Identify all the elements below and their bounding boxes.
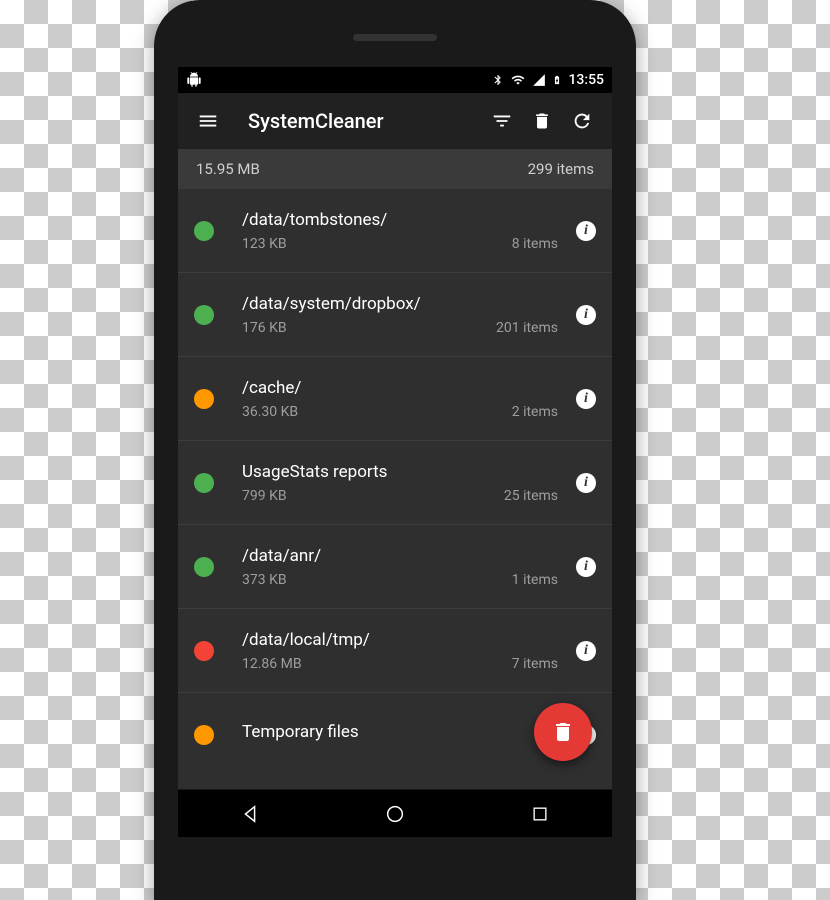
home-circle-icon: [384, 803, 406, 825]
list-item[interactable]: /data/tombstones/ 123 KB 8 items i: [178, 189, 612, 273]
wifi-icon: [510, 73, 526, 87]
phone-frame: 13:55 SystemCleaner 15.95 MB 299 items: [154, 0, 636, 900]
info-button[interactable]: i: [576, 473, 596, 493]
status-dot: [194, 473, 214, 493]
list-item[interactable]: /cache/ 36.30 KB 2 items i: [178, 357, 612, 441]
list-item-title: /cache/: [242, 378, 558, 398]
battery-icon: [552, 72, 562, 88]
list-item-body: /data/local/tmp/ 12.86 MB 7 items: [242, 630, 558, 672]
list-item-count: 1 items: [512, 572, 558, 588]
list-item-count: 7 items: [512, 656, 558, 672]
back-triangle-icon: [239, 803, 261, 825]
refresh-button[interactable]: [562, 101, 602, 141]
list-item[interactable]: /data/system/dropbox/ 176 KB 201 items i: [178, 273, 612, 357]
list-item[interactable]: /data/anr/ 373 KB 1 items i: [178, 525, 612, 609]
summary-bar: 15.95 MB 299 items: [178, 149, 612, 189]
list-item-size: 12.86 MB: [242, 656, 302, 672]
status-dot: [194, 557, 214, 577]
list-item-count: 8 items: [512, 236, 558, 252]
filter-icon: [491, 110, 513, 132]
info-button[interactable]: i: [576, 557, 596, 577]
app-title: SystemCleaner: [248, 109, 482, 133]
info-button[interactable]: i: [576, 221, 596, 241]
summary-items: 299 items: [528, 160, 594, 178]
status-dot: [194, 725, 214, 745]
list-item-size: 799 KB: [242, 488, 287, 504]
list-item-body: /data/tombstones/ 123 KB 8 items: [242, 210, 558, 252]
status-bar: 13:55: [178, 67, 612, 93]
status-dot: [194, 221, 214, 241]
back-button[interactable]: [217, 790, 283, 838]
list-item-size: 36.30 KB: [242, 404, 298, 420]
trash-icon: [551, 720, 575, 744]
summary-size: 15.95 MB: [196, 160, 260, 178]
refresh-icon: [571, 110, 593, 132]
signal-icon: [532, 73, 546, 87]
delete-button[interactable]: [522, 101, 562, 141]
list-item-count: 25 items: [504, 488, 558, 504]
list-item-title: /data/anr/: [242, 546, 558, 566]
list-item-count: 2 items: [512, 404, 558, 420]
list-item-title: /data/system/dropbox/: [242, 294, 558, 314]
list-item-body: /data/system/dropbox/ 176 KB 201 items: [242, 294, 558, 336]
list-item-body: /data/anr/ 373 KB 1 items: [242, 546, 558, 588]
menu-button[interactable]: [188, 101, 228, 141]
fab-delete-button[interactable]: [534, 703, 592, 761]
android-icon: [186, 72, 202, 88]
list-item-title: Temporary files: [242, 722, 558, 742]
status-right: 13:55: [492, 72, 604, 88]
home-button[interactable]: [362, 790, 428, 838]
list-item-title: /data/tombstones/: [242, 210, 558, 230]
list-item-body: /cache/ 36.30 KB 2 items: [242, 378, 558, 420]
status-dot: [194, 305, 214, 325]
list-item-body: UsageStats reports 799 KB 25 items: [242, 462, 558, 504]
status-dot: [194, 641, 214, 661]
list-item-body: Temporary files: [242, 722, 558, 748]
recents-button[interactable]: [507, 790, 573, 838]
file-list: /data/tombstones/ 123 KB 8 items i /data…: [178, 189, 612, 789]
hamburger-icon: [197, 110, 219, 132]
info-button[interactable]: i: [576, 305, 596, 325]
info-button[interactable]: i: [576, 641, 596, 661]
status-dot: [194, 389, 214, 409]
bluetooth-icon: [492, 73, 504, 87]
recents-square-icon: [530, 804, 550, 824]
phone-speaker: [353, 34, 437, 41]
list-item-title: UsageStats reports: [242, 462, 558, 482]
list-item-size: 123 KB: [242, 236, 287, 252]
list-item[interactable]: UsageStats reports 799 KB 25 items i: [178, 441, 612, 525]
status-left: [186, 72, 202, 88]
list-item-size: 373 KB: [242, 572, 287, 588]
android-nav-bar: [178, 789, 612, 837]
list-item-size: 176 KB: [242, 320, 287, 336]
trash-icon: [532, 111, 552, 131]
info-button[interactable]: i: [576, 389, 596, 409]
list-item-count: 201 items: [496, 320, 558, 336]
list-item[interactable]: /data/local/tmp/ 12.86 MB 7 items i: [178, 609, 612, 693]
status-time: 13:55: [568, 72, 604, 88]
app-bar: SystemCleaner: [178, 93, 612, 149]
filter-button[interactable]: [482, 101, 522, 141]
screen: 13:55 SystemCleaner 15.95 MB 299 items: [178, 67, 612, 837]
list-item-title: /data/local/tmp/: [242, 630, 558, 650]
